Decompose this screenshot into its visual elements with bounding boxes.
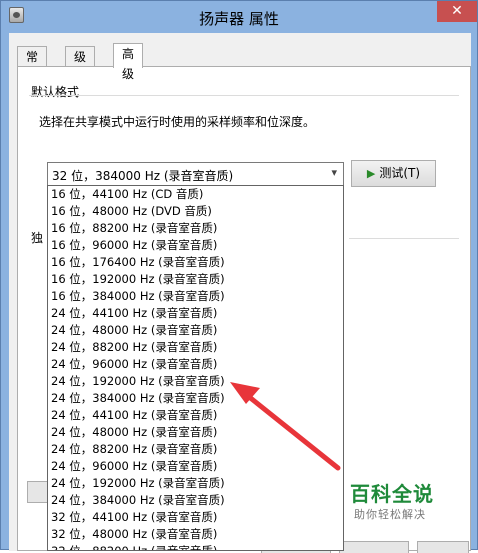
dropdown-option[interactable]: 24 位，192000 Hz (录音室音质) [48, 475, 343, 492]
format-dropdown[interactable]: 32 位，384000 Hz (录音室音质) ▾ [47, 162, 344, 186]
dropdown-option[interactable]: 24 位，88200 Hz (录音室音质) [48, 339, 343, 356]
speaker-properties-window: 扬声器 属性 ✕ 常规 级别 高级 默认格式 选择在共享模式中运行时使用的采样频… [0, 0, 478, 553]
group-divider [29, 95, 459, 96]
tab-levels[interactable]: 级别 [65, 46, 96, 84]
default-format-description: 选择在共享模式中运行时使用的采样频率和位深度。 [39, 115, 316, 129]
dropdown-option[interactable]: 24 位，48000 Hz (录音室音质) [48, 424, 343, 441]
tab-advanced[interactable]: 高级 [113, 43, 144, 81]
dropdown-option[interactable]: 24 位，96000 Hz (录音室音质) [48, 356, 343, 373]
title-bar[interactable]: 扬声器 属性 ✕ [1, 1, 477, 33]
tab-general[interactable]: 常规 [17, 46, 48, 84]
dropdown-option[interactable]: 24 位，384000 Hz (录音室音质) [48, 492, 343, 509]
dropdown-option[interactable]: 16 位，384000 Hz (录音室音质) [48, 288, 343, 305]
dialog-body: 常规 级别 高级 默认格式 选择在共享模式中运行时使用的采样频率和位深度。 32… [9, 33, 471, 553]
dropdown-option[interactable]: 16 位，176400 Hz (录音室音质) [48, 254, 343, 271]
chevron-down-icon: ▾ [331, 166, 337, 179]
window-title: 扬声器 属性 [199, 10, 279, 28]
dropdown-option[interactable]: 16 位，44100 Hz (CD 音质) [48, 186, 343, 203]
cancel-button[interactable] [339, 541, 409, 553]
default-format-group-label: 默认格式 [31, 85, 80, 99]
dropdown-option[interactable]: 16 位，48000 Hz (DVD 音质) [48, 203, 343, 220]
watermark-subtitle: 助你轻松解决 [354, 508, 426, 521]
apply-button[interactable] [417, 541, 469, 553]
dropdown-option[interactable]: 32 位，44100 Hz (录音室音质) [48, 509, 343, 526]
test-button[interactable]: ▶ 测试(T) [351, 160, 436, 187]
watermark-title: 百科全说 [350, 482, 434, 506]
dropdown-option[interactable]: 24 位，48000 Hz (录音室音质) [48, 322, 343, 339]
dropdown-option[interactable]: 16 位，192000 Hz (录音室音质) [48, 271, 343, 288]
dropdown-option[interactable]: 24 位，192000 Hz (录音室音质) [48, 373, 343, 390]
dropdown-option[interactable]: 32 位，48000 Hz (录音室音质) [48, 526, 343, 543]
dropdown-option[interactable]: 24 位，44100 Hz (录音室音质) [48, 305, 343, 322]
format-dropdown-value: 32 位，384000 Hz (录音室音质) [52, 169, 234, 183]
test-button-label: 测试(T) [379, 166, 421, 180]
close-button[interactable]: ✕ [437, 1, 477, 22]
dropdown-option[interactable]: 24 位，44100 Hz (录音室音质) [48, 407, 343, 424]
format-dropdown-list[interactable]: 16 位，44100 Hz (CD 音质) 16 位，48000 Hz (DVD… [47, 185, 344, 551]
dropdown-option[interactable]: 16 位，96000 Hz (录音室音质) [48, 237, 343, 254]
dropdown-option[interactable]: 16 位，88200 Hz (录音室音质) [48, 220, 343, 237]
dropdown-option[interactable]: 24 位，88200 Hz (录音室音质) [48, 441, 343, 458]
group-divider [349, 238, 459, 239]
exclusive-mode-group-label: 独 [31, 231, 44, 245]
play-icon: ▶ [366, 167, 376, 180]
watermark: 百科全说 助你轻松解决 [342, 478, 474, 528]
dropdown-option[interactable]: 24 位，96000 Hz (录音室音质) [48, 458, 343, 475]
dropdown-option[interactable]: 24 位，384000 Hz (录音室音质) [48, 390, 343, 407]
